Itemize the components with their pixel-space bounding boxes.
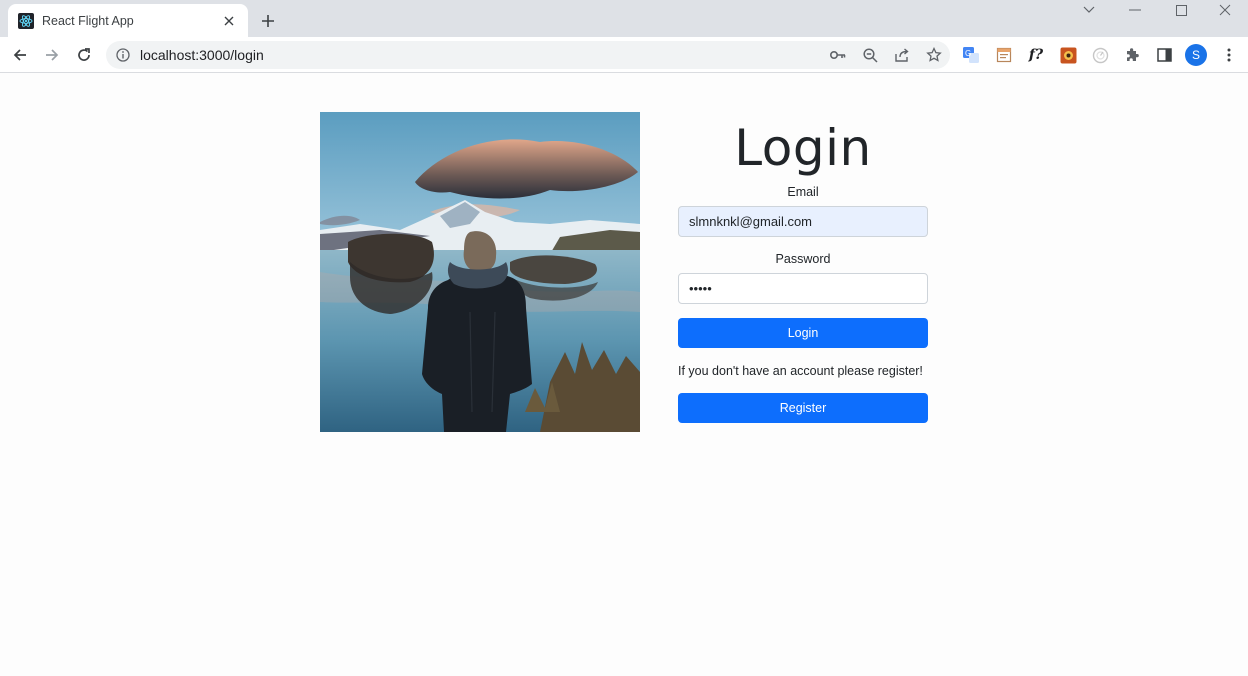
maximize-icon[interactable]: [1158, 0, 1204, 20]
web-page-extension-icon[interactable]: [993, 44, 1015, 66]
translate-extension-icon[interactable]: G: [960, 44, 982, 66]
login-button[interactable]: Login: [678, 318, 928, 348]
password-field[interactable]: [678, 273, 928, 304]
key-icon[interactable]: [822, 41, 854, 69]
page-title: Login: [734, 119, 872, 177]
close-tab-icon[interactable]: [220, 12, 238, 30]
register-note: If you don't have an account please regi…: [678, 364, 923, 378]
tab-search-icon[interactable]: [1066, 0, 1112, 20]
profile-avatar[interactable]: S: [1185, 44, 1207, 66]
email-field[interactable]: [678, 206, 928, 237]
zoom-out-icon[interactable]: [854, 41, 886, 69]
timer-extension-icon[interactable]: [1089, 44, 1111, 66]
new-tab-button[interactable]: [256, 9, 280, 33]
back-arrow-icon[interactable]: [6, 41, 34, 69]
extensions-puzzle-icon[interactable]: [1121, 44, 1143, 66]
browser-toolbar: localhost:3000/login G f? S: [0, 37, 1248, 73]
password-label: Password: [775, 252, 831, 266]
reload-icon[interactable]: [70, 41, 98, 69]
formula-extension-label: f?: [1028, 47, 1044, 63]
hero-image: [320, 112, 640, 432]
side-panel-icon[interactable]: [1153, 44, 1175, 66]
register-button[interactable]: Register: [678, 393, 928, 423]
forward-arrow-icon[interactable]: [38, 41, 66, 69]
tab-title: React Flight App: [42, 13, 134, 28]
svg-text:G: G: [965, 49, 971, 58]
url-text: localhost:3000/login: [140, 47, 264, 63]
bookmark-star-icon[interactable]: [918, 41, 950, 69]
email-label: Email: [787, 185, 819, 199]
colorful-extension-icon[interactable]: [1057, 44, 1079, 66]
login-panel: Login Email Password Login If you don't …: [678, 112, 928, 423]
address-bar[interactable]: localhost:3000/login: [106, 41, 950, 69]
profile-initial: S: [1185, 44, 1207, 66]
minimize-icon[interactable]: [1112, 0, 1158, 20]
share-icon[interactable]: [886, 41, 918, 69]
close-window-icon[interactable]: [1202, 0, 1248, 20]
site-info-icon[interactable]: [108, 48, 138, 62]
browser-tab[interactable]: React Flight App: [8, 4, 248, 37]
chrome-menu-icon[interactable]: [1218, 44, 1240, 66]
tab-strip: React Flight App: [0, 0, 1248, 37]
react-logo-icon: [18, 12, 34, 29]
formula-extension-icon[interactable]: f?: [1025, 44, 1047, 66]
